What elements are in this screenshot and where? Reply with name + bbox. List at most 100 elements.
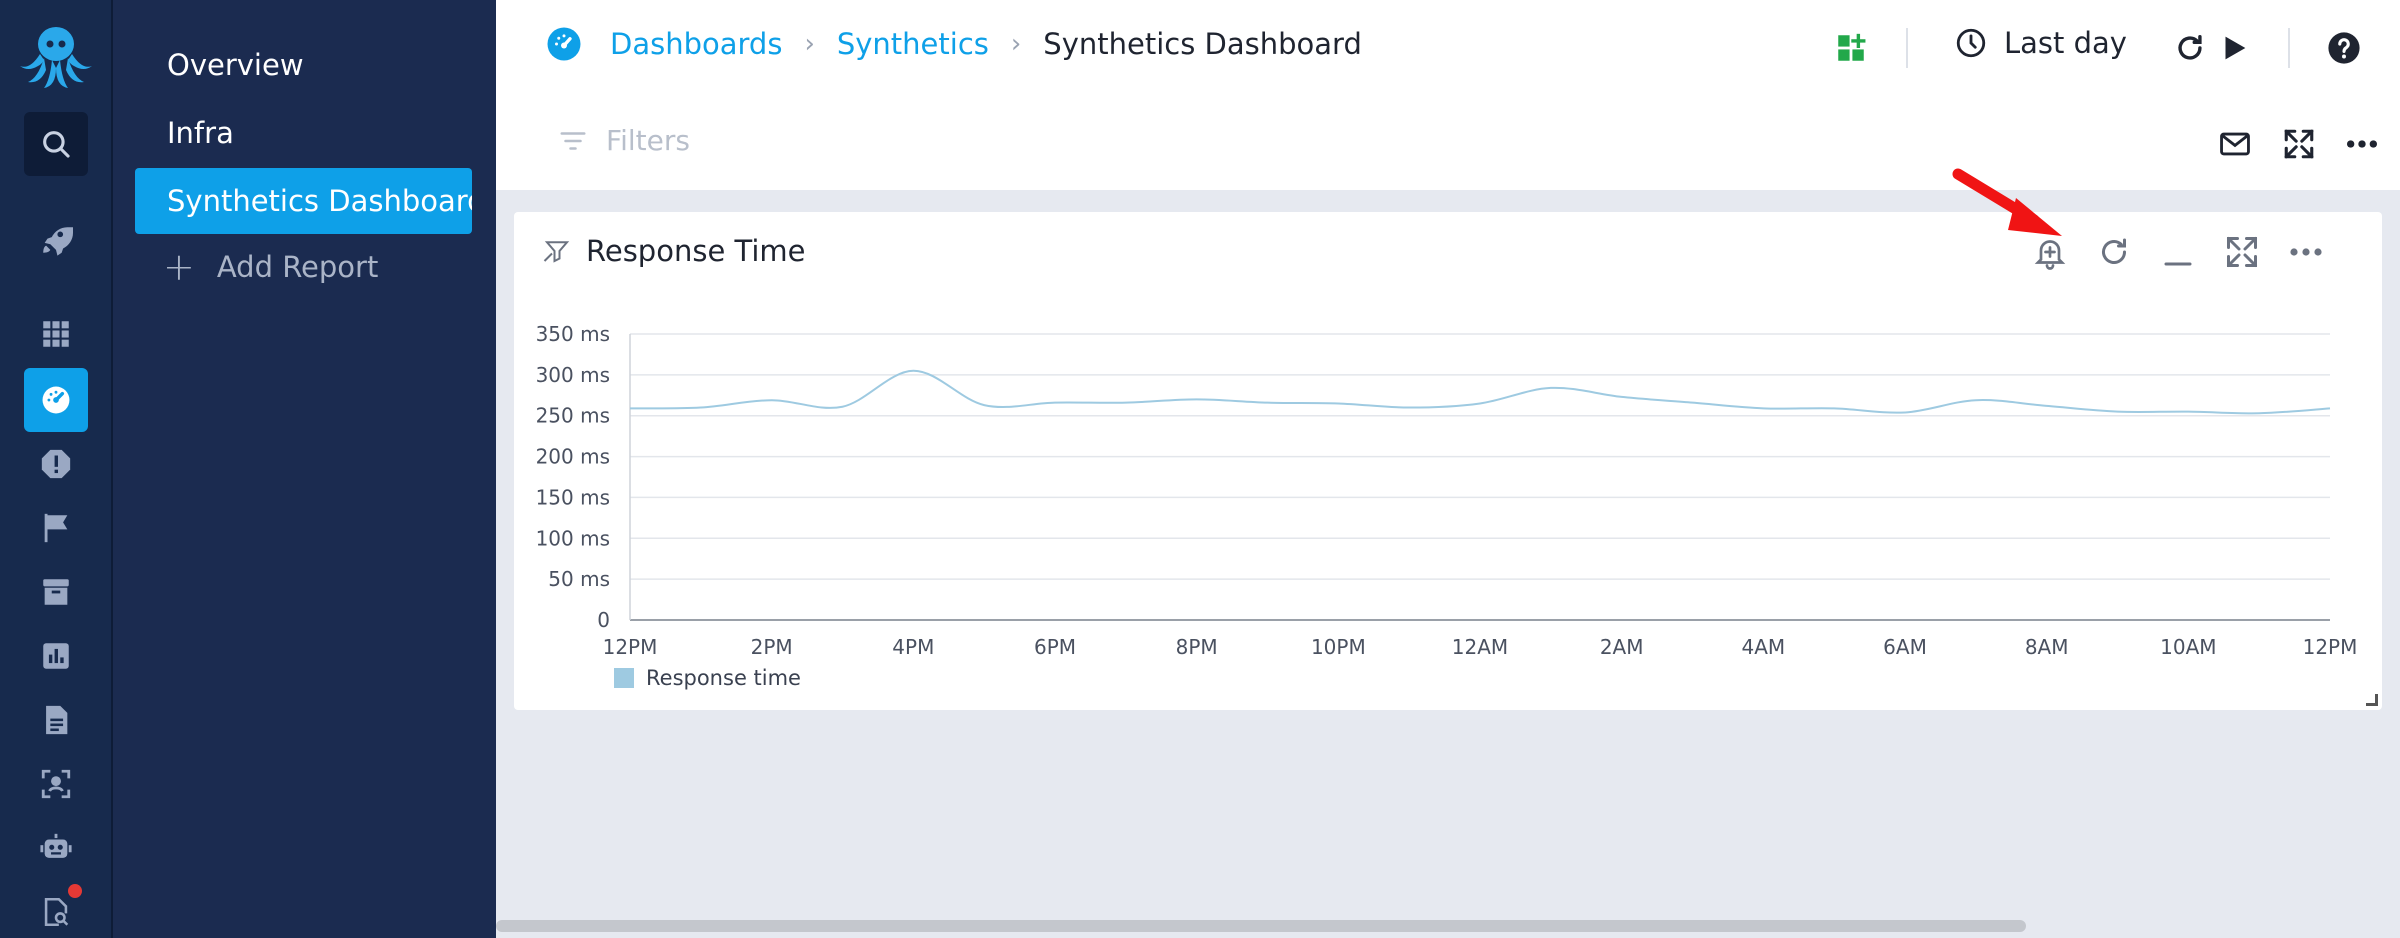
x-tick-label: 4PM bbox=[892, 635, 934, 659]
octopus-logo-icon[interactable] bbox=[12, 20, 100, 92]
y-tick-label: 100 ms bbox=[536, 526, 610, 550]
x-tick-label: 12PM bbox=[2303, 635, 2358, 659]
series-line bbox=[629, 369, 2331, 415]
x-tick-label: 12PM bbox=[603, 635, 658, 659]
search-rail-button[interactable] bbox=[24, 112, 88, 176]
clock-icon bbox=[1956, 28, 1986, 58]
rocket-icon bbox=[43, 227, 73, 256]
filters-placeholder: Filters bbox=[606, 124, 690, 157]
resize-handle[interactable] bbox=[2366, 694, 2378, 706]
add-widget-button[interactable] bbox=[1831, 28, 1871, 68]
more-horizontal-icon bbox=[2290, 248, 2322, 256]
fullscreen-button[interactable] bbox=[2279, 124, 2319, 164]
automation-rail-button[interactable] bbox=[24, 816, 88, 880]
chart-legend[interactable]: Response time bbox=[614, 666, 801, 690]
filters-input[interactable]: Filters bbox=[558, 124, 690, 157]
time-range-picker[interactable]: Last day bbox=[1954, 26, 2127, 60]
alerts-rail-button[interactable] bbox=[24, 432, 88, 496]
apps-rail-button[interactable] bbox=[24, 302, 88, 366]
breadcrumb-current: Synthetics Dashboard bbox=[1043, 27, 1362, 61]
y-tick-label: 200 ms bbox=[536, 445, 610, 469]
grid-icon bbox=[43, 321, 69, 347]
help-button[interactable] bbox=[2324, 28, 2364, 68]
reports-sidebar: Overview Infra Synthetics Dashboard + Ad… bbox=[113, 0, 496, 938]
plus-icon: + bbox=[163, 245, 195, 289]
refresh-icon bbox=[2102, 238, 2126, 264]
x-tick-label: 6PM bbox=[1034, 635, 1076, 659]
expand-panel-button[interactable] bbox=[2222, 232, 2262, 272]
sidebar-item-label: Infra bbox=[167, 116, 234, 150]
horizontal-scrollbar[interactable] bbox=[496, 920, 2026, 932]
refresh-button[interactable] bbox=[2170, 28, 2210, 68]
y-tick-label: 300 ms bbox=[536, 363, 610, 387]
dashboard-header: Dashboards › Synthetics › Synthetics Das… bbox=[496, 0, 2400, 190]
email-report-button[interactable] bbox=[2215, 124, 2255, 164]
panel-more-button[interactable] bbox=[2286, 232, 2326, 272]
document-icon bbox=[46, 705, 68, 735]
breadcrumb-synthetics-link[interactable]: Synthetics bbox=[837, 27, 989, 61]
add-report-button[interactable]: + Add Report bbox=[135, 234, 472, 300]
minimize-panel-button[interactable] bbox=[2158, 232, 2198, 272]
panel-title: Response Time bbox=[542, 234, 805, 268]
sidebar-item-label: Synthetics Dashboard bbox=[167, 184, 472, 218]
minimize-icon bbox=[2164, 262, 2192, 266]
panel-refresh-button[interactable] bbox=[2094, 232, 2134, 272]
add-widget-icon bbox=[1838, 33, 1866, 61]
y-tick-label: 350 ms bbox=[536, 322, 610, 346]
dashboard-gauge-icon bbox=[42, 386, 70, 414]
dashboard-more-button[interactable] bbox=[2342, 124, 2382, 164]
alert-octagon-icon bbox=[41, 449, 71, 479]
dashboards-rail-button[interactable] bbox=[24, 368, 88, 432]
response-time-chart: 0 50 ms 100 ms 150 ms 200 ms 250 ms 300 ms 350 … bbox=[536, 322, 2358, 659]
chevron-right-icon: › bbox=[804, 29, 815, 59]
investigate-rail-button[interactable] bbox=[24, 880, 88, 938]
y-tick-label: 50 ms bbox=[548, 567, 610, 591]
toolbar-divider bbox=[2288, 28, 2290, 68]
flags-rail-button[interactable] bbox=[24, 496, 88, 560]
time-range-label: Last day bbox=[2004, 26, 2127, 60]
add-report-label: Add Report bbox=[216, 250, 379, 284]
mail-icon bbox=[2220, 132, 2250, 156]
filter-off-icon bbox=[543, 241, 570, 263]
refresh-icon bbox=[2178, 34, 2202, 60]
metrics-rail-button[interactable] bbox=[24, 624, 88, 688]
logs-rail-button[interactable] bbox=[24, 688, 88, 752]
y-tick-label: 0 bbox=[597, 608, 610, 632]
robot-icon bbox=[40, 833, 72, 858]
search-icon bbox=[43, 131, 70, 158]
more-horizontal-icon bbox=[2346, 140, 2378, 148]
breadcrumb-dashboards-link[interactable]: Dashboards bbox=[610, 27, 782, 61]
document-search-icon bbox=[44, 897, 69, 927]
bar-chart-icon bbox=[43, 643, 69, 669]
x-tick-label: 10AM bbox=[2160, 635, 2216, 659]
sidebar-item-infra[interactable]: Infra bbox=[135, 100, 472, 166]
x-tick-label: 8PM bbox=[1176, 635, 1218, 659]
breadcrumb: Dashboards › Synthetics › Synthetics Das… bbox=[546, 26, 1362, 62]
annotation-arrow-icon bbox=[1952, 168, 2062, 236]
filter-icon bbox=[560, 131, 586, 150]
toolbar-divider bbox=[1906, 28, 1908, 68]
x-tick-label: 8AM bbox=[2025, 635, 2069, 659]
play-button[interactable] bbox=[2214, 28, 2254, 68]
legend-label: Response time bbox=[646, 666, 801, 690]
flag-icon bbox=[44, 513, 68, 543]
archive-icon bbox=[43, 579, 69, 605]
sidebar-item-overview[interactable]: Overview bbox=[135, 32, 472, 98]
rocket-rail-button[interactable] bbox=[24, 208, 88, 272]
archive-rail-button[interactable] bbox=[24, 560, 88, 624]
sidebar-item-synthetics-dashboard[interactable]: Synthetics Dashboard bbox=[135, 168, 472, 234]
dashboard-gauge-icon bbox=[547, 27, 581, 61]
legend-swatch bbox=[614, 668, 634, 688]
user-scan-rail-button[interactable] bbox=[24, 752, 88, 816]
x-tick-label: 6AM bbox=[1883, 635, 1927, 659]
icon-rail bbox=[0, 0, 113, 938]
user-scan-icon bbox=[41, 769, 71, 799]
sidebar-item-label: Overview bbox=[167, 48, 304, 82]
panel-title-text: Response Time bbox=[586, 234, 806, 268]
chevron-right-icon: › bbox=[1010, 29, 1022, 59]
x-tick-label: 10PM bbox=[1311, 635, 1366, 659]
x-tick-label: 12AM bbox=[1452, 635, 1508, 659]
y-tick-label: 150 ms bbox=[536, 485, 610, 509]
help-icon bbox=[2328, 32, 2360, 64]
x-tick-label: 2AM bbox=[1600, 635, 1644, 659]
